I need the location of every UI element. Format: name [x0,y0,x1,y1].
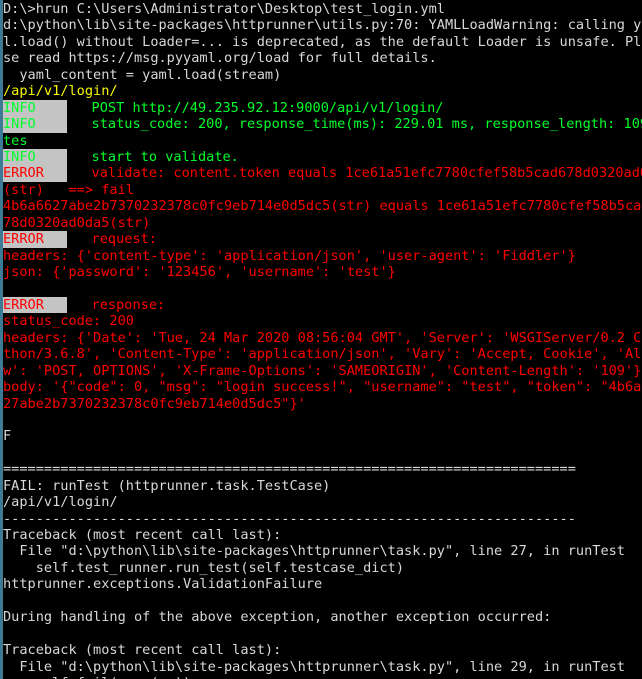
terminal-line-text: /api/v1/login/ [3,494,118,511]
terminal-line: tes [3,133,642,149]
terminal-line-text: POST http://49.235.92.12:9000/api/v1/log… [67,99,444,116]
log-level-info-badge: INFO [3,148,67,166]
terminal-line: INFO POST http://49.235.92.12:9000/api/v… [3,99,642,117]
log-level-error-badge: ERROR [3,165,67,182]
terminal-line: d:\python\lib\site-packages\httprunner\u… [3,17,642,33]
terminal-line-text: ========================================… [3,461,576,478]
terminal-line: status_code: 200 [3,313,642,329]
terminal-line: File "d:\python\lib\site-packages\httpru… [3,543,642,559]
terminal-line: ERROR response: [3,296,642,314]
terminal-line-text: D:\>hrun C:\Users\Administrator\Desktop\… [3,1,445,17]
terminal-line: /api/v1/login/ [3,83,642,99]
terminal-line: D:\>hrun C:\Users\Administrator\Desktop\… [3,1,642,17]
terminal-line-text: ----------------------------------------… [3,510,576,527]
terminal-line-text: l.load() without Loader=... is deprecate… [3,33,642,50]
terminal-line-text: File "d:\python\lib\site-packages\httpru… [3,543,625,560]
terminal-line-text: validate: content.token equals 1ce61a51e… [67,165,642,182]
terminal-output[interactable]: D:\>hrun C:\Users\Administrator\Desktop\… [3,0,642,679]
terminal-line-text: d:\python\lib\site-packages\httprunner\u… [3,17,642,34]
terminal-line: 27abe2b7370232378c0fc9eb714e0d5dc5"}' [3,396,642,412]
terminal-line: l.load() without Loader=... is deprecate… [3,34,642,50]
terminal-line-text: F [3,428,12,445]
log-level-info-badge: INFO [3,116,67,133]
terminal-line: thon/3.6.8', 'Content-Type': 'applicatio… [3,346,642,362]
terminal-line-text: json: {'password': '123456', 'username':… [3,264,396,280]
terminal-line: ERROR request: [3,231,642,248]
terminal-line: Traceback (most recent call last): [3,642,642,658]
terminal-line: 4b6a6627abe2b7370232378c0fc9eb714e0d5dc5… [3,198,642,214]
terminal-line: INFO start to validate. [3,148,642,166]
terminal-line-text: FAIL: runTest (httprunner.task.TestCase) [3,477,331,494]
terminal-line: ----------------------------------------… [3,511,642,527]
terminal-line: ========================================… [3,461,642,477]
terminal-line: body: '{"code": 0, "msg": "login success… [3,379,642,395]
terminal-line-text: yaml_content = yaml.load(stream) [3,66,282,83]
terminal-line-text: thon/3.6.8', 'Content-Type': 'applicatio… [3,346,642,363]
terminal-line-text: request: [67,231,158,248]
terminal-line: /api/v1/login/ [3,494,642,510]
terminal-line-text: 4b6a6627abe2b7370232378c0fc9eb714e0d5dc5… [3,198,642,215]
terminal-line-text: Traceback (most recent call last): [3,642,282,659]
terminal-line: httprunner.exceptions.ValidationFailure [3,576,642,592]
terminal-line: F [3,428,642,444]
terminal-line-text: 78d0320ad0da5(str) [3,214,151,231]
terminal-line-text: Traceback (most recent call last): [3,527,282,543]
terminal-line-text: /api/v1/login/ [3,83,118,100]
terminal-line: yaml_content = yaml.load(stream) [3,67,642,83]
terminal-line: During handling of the above exception, … [3,609,642,625]
terminal-line: INFO status_code: 200, response_time(ms)… [3,116,642,133]
terminal-line: File "d:\python\lib\site-packages\httpru… [3,659,642,675]
terminal-line-text: self.test_runner.run_test(self.testcase_… [3,559,405,576]
terminal-line: w': 'POST, OPTIONS', 'X-Frame-Options': … [3,363,642,379]
terminal-line: (str) ==> fail [3,182,642,198]
terminal-line-text: 27abe2b7370232378c0fc9eb714e0d5dc5"}' [3,395,306,412]
terminal-line-text: During handling of the above exception, … [3,609,552,626]
terminal-line: ERROR validate: content.token equals 1ce… [3,165,642,182]
terminal-line-text: start to validate. [67,148,239,165]
terminal-line-text: File "d:\python\lib\site-packages\httpru… [3,658,625,675]
terminal-line-text: (str) ==> fail [3,181,134,198]
terminal-window[interactable]: D:\>hrun C:\Users\Administrator\Desktop\… [0,0,642,679]
terminal-line: self.fail(repr(ex)) [3,675,642,679]
terminal-line-text: body: '{"code": 0, "msg": "login success… [3,379,642,396]
terminal-line-text: tes [3,132,28,149]
terminal-line: 78d0320ad0da5(str) [3,215,642,231]
terminal-line-text: status_code: 200 [3,313,134,330]
terminal-line: se read https://msg.pyyaml.org/load for … [3,50,642,66]
terminal-line-text: self.fail(repr(ex)) [3,675,192,679]
terminal-line: self.test_runner.run_test(self.testcase_… [3,560,642,576]
terminal-line: Traceback (most recent call last): [3,527,642,543]
terminal-line-text: headers: {'Date': 'Tue, 24 Mar 2020 08:5… [3,329,642,346]
terminal-line: FAIL: runTest (httprunner.task.TestCase) [3,478,642,494]
terminal-line: json: {'password': '123456', 'username':… [3,264,642,280]
terminal-line-text: httprunner.exceptions.ValidationFailure [3,576,323,593]
terminal-line-text: headers: {'content-type': 'application/j… [3,247,576,264]
terminal-line-text: w': 'POST, OPTIONS', 'X-Frame-Options': … [3,362,642,379]
log-level-error-badge: ERROR [3,231,67,248]
terminal-line: headers: {'Date': 'Tue, 24 Mar 2020 08:5… [3,330,642,346]
terminal-line-text: status_code: 200, response_time(ms): 229… [67,116,642,133]
log-level-error-badge: ERROR [3,296,67,314]
terminal-line-text: se read https://msg.pyyaml.org/load for … [3,50,437,67]
terminal-line-text: response: [67,296,166,313]
log-level-info-badge: INFO [3,99,67,117]
terminal-line: headers: {'content-type': 'application/j… [3,248,642,264]
